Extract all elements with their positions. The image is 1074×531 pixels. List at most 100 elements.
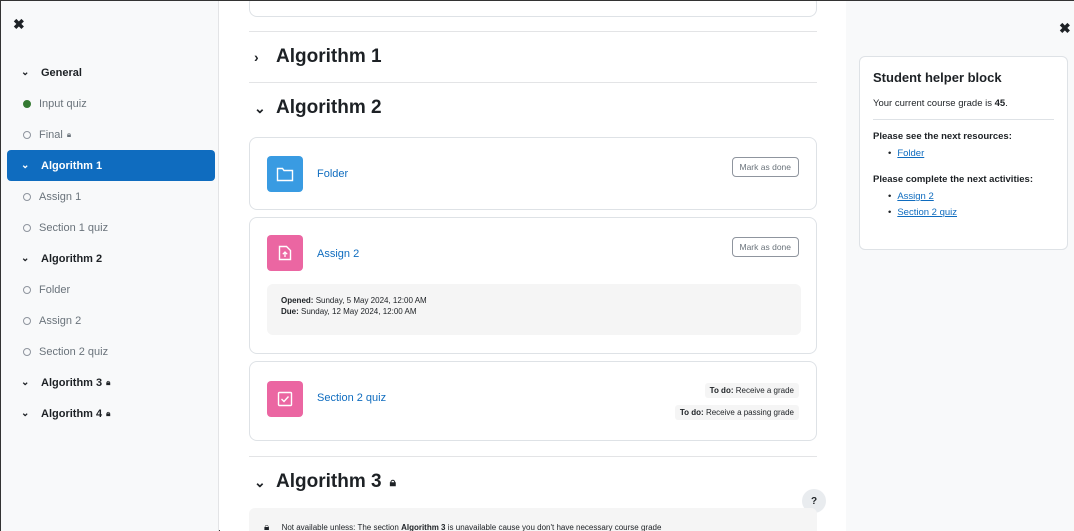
activities-heading: Please complete the next activities: — [873, 174, 1033, 185]
section-divider — [249, 31, 817, 32]
mark-as-done-button[interactable]: Mark as done — [731, 157, 799, 177]
chevron-down-icon[interactable]: ⌄ — [254, 474, 276, 491]
lock-icon: 🔒︎ — [106, 408, 111, 418]
section-title[interactable]: Algorithm 2 — [276, 97, 382, 119]
resources-heading: Please see the next resources: — [873, 131, 1012, 142]
course-index-label: General — [41, 66, 82, 79]
close-block-drawer-icon[interactable]: ✖ — [1059, 21, 1071, 35]
student-helper-block: Student helper block Your current course… — [859, 56, 1068, 250]
completion-done-icon — [23, 99, 31, 108]
section-divider — [249, 456, 817, 457]
course-index-item-assign-2[interactable]: Assign 2 — [1, 305, 219, 336]
completion-requirement: To do: Receive a passing grade — [674, 405, 799, 420]
course-index-section-algorithm-4[interactable]: ⌄ Algorithm 4 🔒︎ — [1, 398, 219, 429]
grade-prefix: Your current course grade is — [873, 98, 992, 109]
course-index-drawer: ✖ ⌄ General Input quiz Final 🔒︎ ⌄ Algori… — [1, 1, 219, 531]
course-index-section-algorithm-2[interactable]: ⌄ Algorithm 2 — [1, 243, 219, 274]
course-index-item-input-quiz[interactable]: Input quiz — [1, 88, 219, 119]
block-divider — [873, 119, 1054, 120]
list-item: Folder — [888, 148, 1054, 160]
restriction-suffix: is unavailable cause you don't have nece… — [447, 523, 662, 531]
opened-label: Opened: — [281, 296, 314, 305]
todo-text: Receive a grade — [735, 386, 794, 395]
activity-link-folder[interactable]: Folder — [317, 168, 348, 180]
folder-icon — [267, 156, 303, 192]
section-heading-algorithm-1: › Algorithm 1 — [254, 46, 382, 68]
lock-icon: 🔒︎ — [389, 474, 396, 489]
grade-value: 45 — [994, 98, 1006, 109]
activity-link-section-2-quiz[interactable]: Section 2 quiz — [317, 392, 386, 404]
activity-link-assign-2[interactable]: Assign 2 — [317, 248, 359, 260]
previous-activity-card — [249, 1, 817, 17]
chevron-down-icon: ⌄ — [21, 253, 30, 264]
course-index-item-final[interactable]: Final 🔒︎ — [1, 119, 219, 150]
course-index-item-section-2-quiz[interactable]: Section 2 quiz — [1, 336, 219, 367]
grade-suffix: . — [1005, 98, 1008, 109]
lock-icon: 🔒︎ — [106, 377, 111, 387]
course-index-section-algorithm-1[interactable]: ⌄ Algorithm 1 — [7, 150, 215, 181]
block-drawer: ✖ Student helper block Your current cour… — [846, 1, 1074, 531]
course-index-label: Final — [39, 128, 63, 141]
course-index-label: Folder — [39, 283, 71, 296]
activity-card-section-2-quiz: Section 2 quiz To do: Receive a grade To… — [249, 361, 817, 441]
course-index-label: Algorithm 4 — [41, 407, 103, 420]
course-grade-text: Your current course grade is 45. — [873, 98, 1054, 109]
completion-circle-icon — [23, 347, 31, 356]
course-index-label: Algorithm 2 — [41, 252, 103, 265]
chevron-down-icon: ⌄ — [21, 408, 30, 419]
activities-list: Assign 2 Section 2 quiz — [873, 191, 1054, 219]
resource-link-folder[interactable]: Folder — [897, 148, 924, 159]
section-heading-algorithm-2: ⌄ Algorithm 2 — [254, 97, 382, 119]
section-divider — [249, 82, 817, 83]
completion-circle-icon — [23, 223, 31, 232]
course-index-item-section-1-quiz[interactable]: Section 1 quiz — [1, 212, 219, 243]
completion-circle-icon — [23, 285, 31, 294]
course-index-item-folder[interactable]: Folder — [1, 274, 219, 305]
completion-circle-icon — [23, 192, 31, 201]
quiz-icon — [267, 381, 303, 417]
restriction-section: Algorithm 3 — [401, 523, 446, 531]
lock-icon: 🔒︎ — [66, 129, 72, 139]
block-title: Student helper block — [873, 70, 1002, 85]
course-content: › Algorithm 1 ⌄ Algorithm 2 Folder Mark … — [220, 1, 846, 531]
opened-date: Sunday, 5 May 2024, 12:00 AM — [315, 296, 427, 305]
course-index-label: Algorithm 3 — [41, 376, 103, 389]
close-course-index-icon[interactable]: ✖ — [13, 17, 25, 31]
chevron-down-icon: ⌄ — [21, 160, 30, 171]
list-item: Assign 2 — [888, 191, 1054, 203]
course-index-label: Assign 1 — [39, 190, 82, 203]
due-label: Due: — [281, 307, 299, 316]
list-item: Section 2 quiz — [888, 207, 1054, 219]
course-index-label: Input quiz — [39, 97, 87, 110]
activity-link-section-2-quiz[interactable]: Section 2 quiz — [897, 207, 957, 218]
course-index-label: Algorithm 1 — [41, 159, 103, 172]
chevron-down-icon: ⌄ — [21, 377, 30, 388]
activity-link-assign-2[interactable]: Assign 2 — [897, 191, 933, 202]
activity-card-folder: Folder Mark as done — [249, 137, 817, 210]
course-index-section-general[interactable]: ⌄ General — [1, 57, 219, 88]
activity-card-assign-2: Assign 2 Mark as done Opened: Sunday, 5 … — [249, 217, 817, 354]
completion-requirement: To do: Receive a grade — [704, 383, 799, 398]
restriction-prefix: Not available unless: The section — [281, 523, 399, 531]
chevron-right-icon[interactable]: › — [254, 49, 276, 65]
course-index-item-assign-1[interactable]: Assign 1 — [1, 181, 219, 212]
course-index-label: Assign 2 — [39, 314, 82, 327]
chevron-down-icon: ⌄ — [21, 67, 30, 78]
lock-icon: 🔒︎ — [264, 522, 270, 531]
section-title[interactable]: Algorithm 3 — [276, 471, 382, 493]
chevron-down-icon[interactable]: ⌄ — [254, 100, 276, 117]
mark-as-done-button[interactable]: Mark as done — [731, 237, 799, 257]
course-index-label: Section 2 quiz — [39, 345, 109, 358]
due-date: Sunday, 12 May 2024, 12:00 AM — [301, 307, 417, 316]
completion-circle-icon — [23, 316, 31, 325]
section-heading-algorithm-3: ⌄ Algorithm 3 🔒︎ — [254, 471, 396, 493]
todo-label: To do: — [679, 408, 704, 417]
assignment-icon — [267, 235, 303, 271]
resources-list: Folder — [873, 148, 1054, 160]
section-title[interactable]: Algorithm 1 — [276, 46, 382, 68]
course-index-list: ⌄ General Input quiz Final 🔒︎ ⌄ Algorith… — [1, 57, 219, 429]
restriction-notice: 🔒︎ Not available unless: The section Alg… — [249, 508, 817, 531]
course-index-label: Section 1 quiz — [39, 221, 109, 234]
course-index-section-algorithm-3[interactable]: ⌄ Algorithm 3 🔒︎ — [1, 367, 219, 398]
todo-label: To do: — [709, 386, 734, 395]
